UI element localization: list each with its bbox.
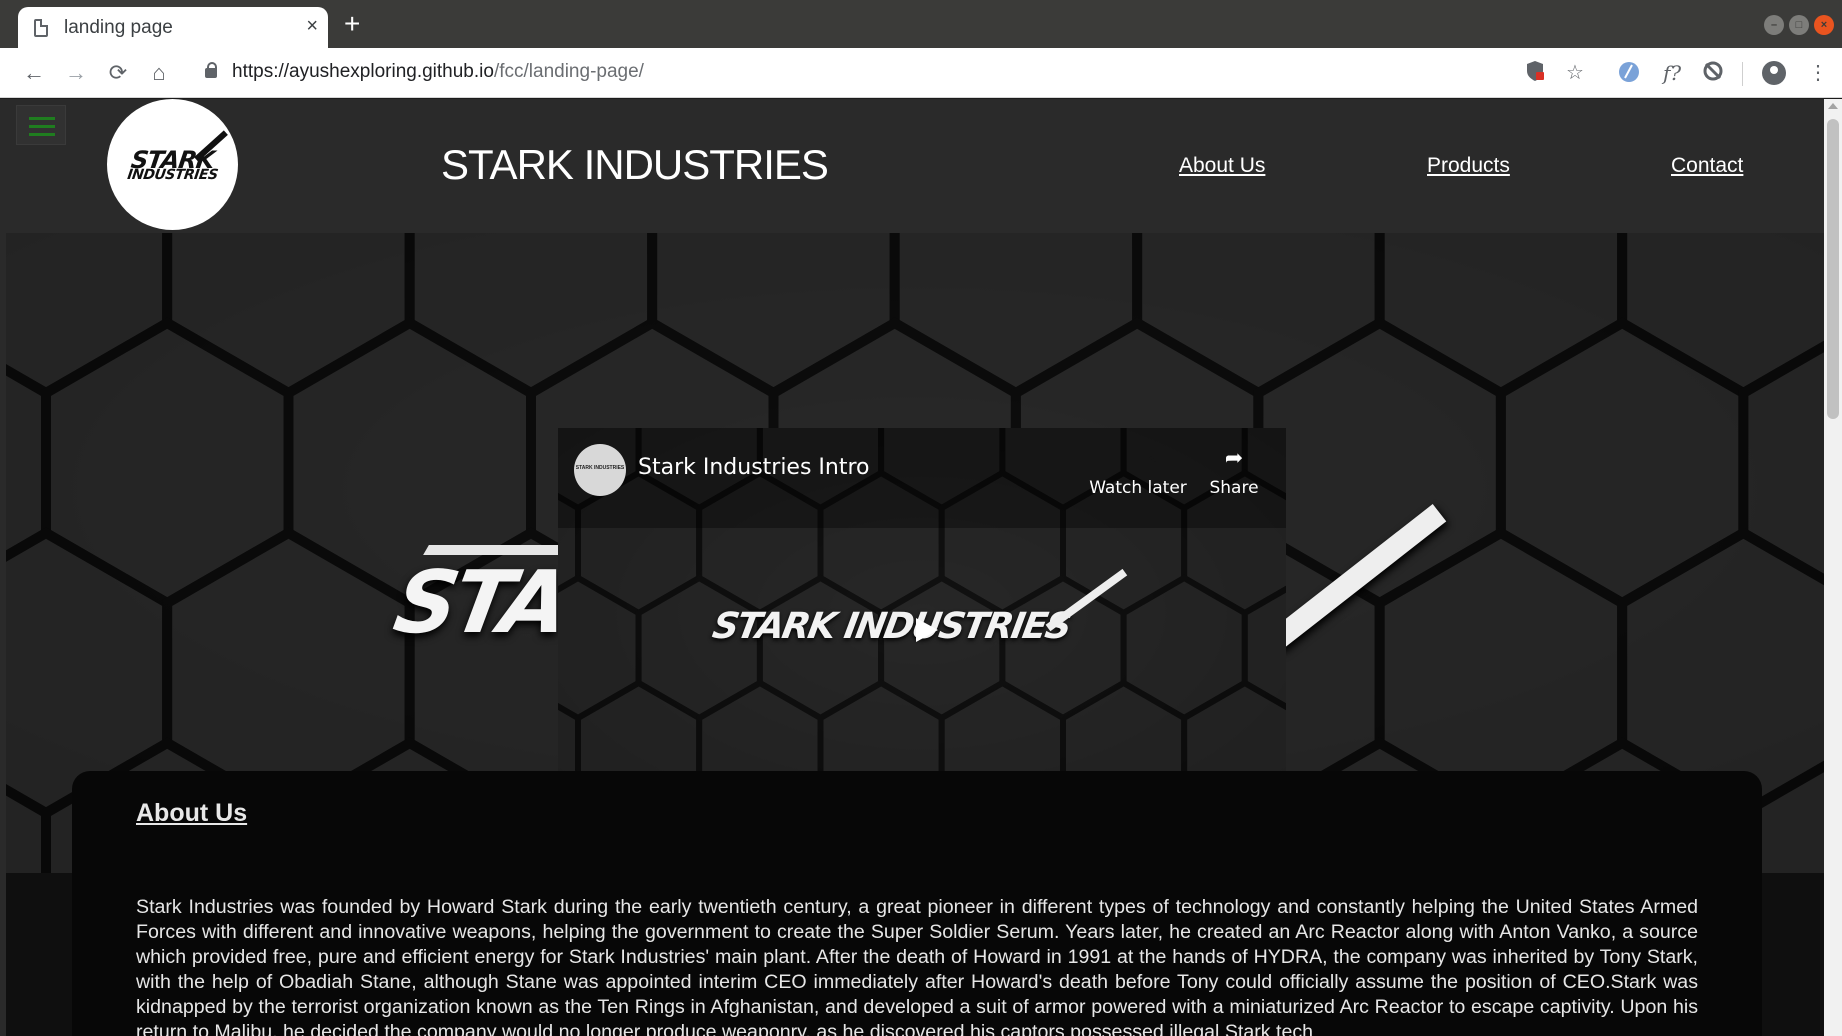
browser-tab[interactable]: landing page ×	[18, 7, 328, 48]
reload-icon[interactable]: ⟳	[102, 58, 134, 88]
hamburger-bar-icon	[29, 117, 55, 120]
scrollbar-thumb[interactable]	[1827, 119, 1839, 419]
scroll-up-arrow-icon[interactable]	[1828, 103, 1838, 109]
stark-logo[interactable]: STARK INDUSTRIES	[107, 99, 238, 230]
toolbar-divider	[1742, 62, 1743, 86]
sync-extension-icon[interactable]	[1700, 60, 1726, 86]
shield-extension-icon[interactable]	[1522, 60, 1548, 86]
about-heading: About Us	[136, 799, 248, 827]
nav-link-products[interactable]: Products	[1427, 154, 1510, 178]
minimize-window-button[interactable]: –	[1764, 15, 1784, 35]
browser-window: landing page × + – □ × ← → ⟳ ⌂ https://a…	[0, 0, 1842, 1036]
bookmark-star-icon[interactable]: ☆	[1562, 60, 1588, 86]
forward-icon[interactable]: →	[60, 58, 92, 88]
browser-toolbar: ← → ⟳ ⌂ https://ayushexploring.github.io…	[0, 48, 1842, 98]
web-page: STARK INDUSTRIES STARK INDUSTRIES About …	[0, 99, 1842, 1036]
hamburger-menu-button[interactable]	[16, 105, 66, 145]
hero-logo-text: STA	[387, 553, 574, 653]
extension-globe-icon[interactable]	[1616, 60, 1642, 86]
maximize-window-button[interactable]: □	[1789, 15, 1809, 35]
close-icon: ×	[1820, 19, 1828, 31]
tab-title: landing page	[64, 17, 173, 38]
minimize-icon: –	[1770, 19, 1778, 31]
channel-avatar-text: STARK INDUSTRIES	[575, 465, 625, 471]
url-path: /fcc/landing-page/	[493, 61, 644, 82]
close-tab-icon[interactable]: ×	[306, 15, 318, 37]
about-section: About Us Stark Industries was founded by…	[72, 771, 1762, 1036]
channel-avatar[interactable]: STARK INDUSTRIES	[574, 444, 626, 496]
play-button[interactable]	[884, 604, 960, 656]
share-arrow-icon: ➦	[1224, 445, 1244, 470]
page-scrollbar[interactable]	[1824, 99, 1842, 1036]
clock-icon	[1124, 444, 1152, 472]
back-icon[interactable]: ←	[18, 58, 50, 88]
menu-kebab-icon[interactable]: ⋮	[1805, 60, 1831, 86]
address-bar[interactable]: https://ayushexploring.github.io/fcc/lan…	[232, 61, 644, 83]
formula-extension-icon[interactable]: f?	[1659, 60, 1685, 86]
share-label: Share	[1209, 478, 1259, 498]
hamburger-bar-icon	[29, 125, 55, 128]
close-window-button[interactable]: ×	[1814, 15, 1834, 35]
tab-bar: landing page × + – □ ×	[0, 0, 1842, 48]
document-icon	[34, 19, 48, 37]
nav-link-about-us[interactable]: About Us	[1179, 154, 1265, 178]
maximize-icon: □	[1795, 19, 1803, 31]
nav-link-contact[interactable]: Contact	[1671, 154, 1743, 178]
share-button[interactable]: ➦ Share	[1184, 444, 1284, 498]
video-title[interactable]: Stark Industries Intro	[638, 455, 870, 480]
home-icon[interactable]: ⌂	[143, 58, 175, 88]
play-icon	[916, 618, 938, 642]
site-title: STARK INDUSTRIES	[441, 141, 829, 188]
watch-later-button[interactable]: Watch later	[1088, 444, 1188, 498]
profile-avatar-icon[interactable]	[1762, 61, 1786, 85]
watch-later-label: Watch later	[1089, 478, 1187, 498]
site-header: STARK INDUSTRIES STARK INDUSTRIES About …	[6, 99, 1824, 233]
about-paragraph: Stark Industries was founded by Howard S…	[136, 896, 1698, 1036]
url-host: https://ayushexploring.github.io	[232, 61, 494, 82]
logo-text-industries: INDUSTRIES	[126, 167, 219, 183]
lock-icon[interactable]	[205, 62, 217, 78]
new-tab-button[interactable]: +	[344, 9, 360, 39]
hamburger-bar-icon	[29, 133, 55, 136]
